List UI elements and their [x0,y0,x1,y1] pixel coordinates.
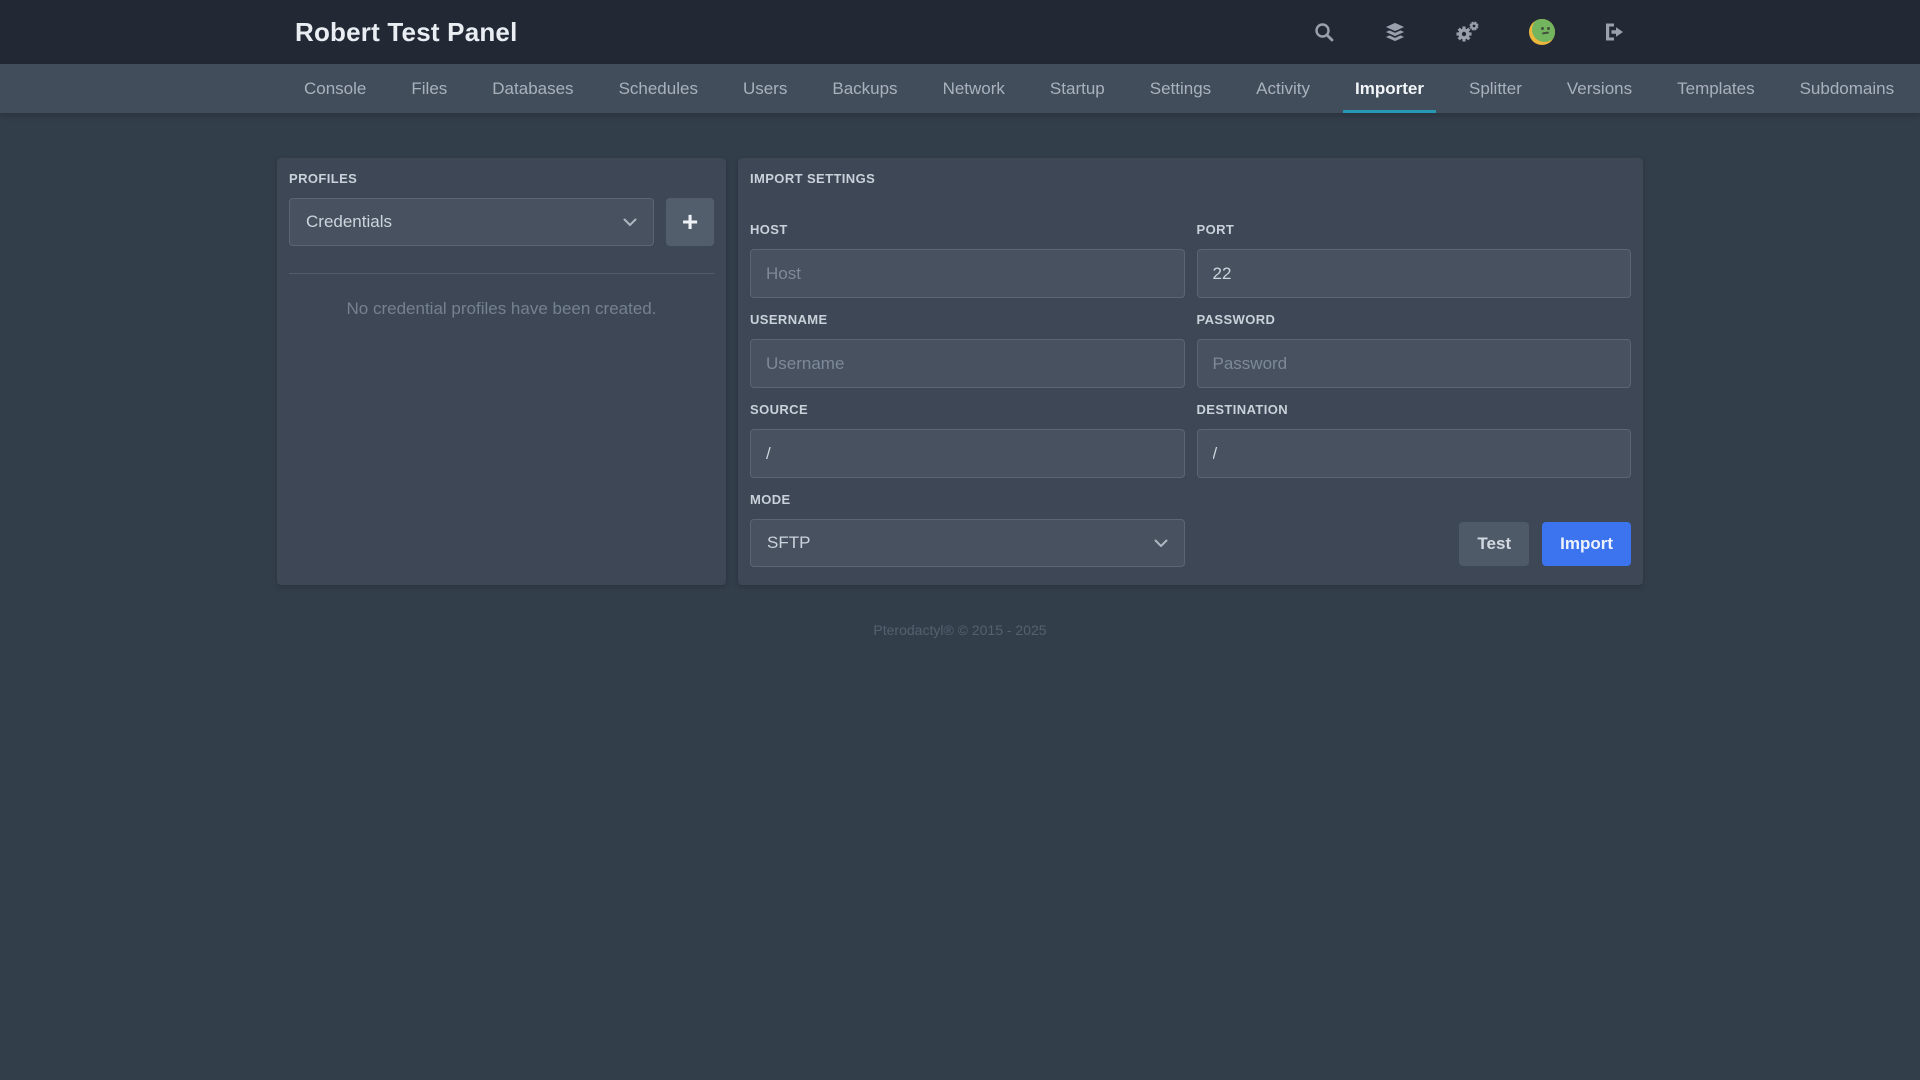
test-button[interactable]: Test [1459,522,1529,566]
destination-input[interactable] [1197,429,1632,478]
password-label: PASSWORD [1197,312,1632,327]
page-title: Robert Test Panel [295,17,518,48]
header-icon-group [1313,19,1625,45]
tab-versions[interactable]: Versions [1555,64,1644,113]
destination-label: DESTINATION [1197,402,1632,417]
host-field-group: HOST [750,222,1185,298]
logout-icon[interactable] [1603,22,1625,42]
add-profile-button[interactable]: + [666,198,714,246]
tab-subdomains[interactable]: Subdomains [1788,64,1907,113]
tab-users[interactable]: Users [731,64,799,113]
profiles-empty-message: No credential profiles have been created… [289,299,714,319]
divider [289,273,714,274]
password-field-group: PASSWORD [1197,312,1632,388]
mode-select[interactable]: SFTP [750,519,1185,567]
nav-tabs: Console Files Databases Schedules Users … [0,64,1920,113]
destination-field-group: DESTINATION [1197,402,1632,478]
tab-files[interactable]: Files [399,64,459,113]
mode-label: MODE [750,492,1185,507]
tab-activity[interactable]: Activity [1244,64,1322,113]
host-input[interactable] [750,249,1185,298]
avatar-eye [1541,27,1544,30]
password-input[interactable] [1197,339,1632,388]
tab-backups[interactable]: Backups [820,64,909,113]
port-label: PORT [1197,222,1632,237]
import-actions: Test Import [1197,492,1632,567]
avatar-eye [1547,27,1550,30]
tab-network[interactable]: Network [931,64,1017,113]
port-field-group: PORT [1197,222,1632,298]
import-button[interactable]: Import [1542,522,1631,566]
import-panel-title: IMPORT SETTINGS [750,171,1631,186]
header: Robert Test Panel [0,0,1920,64]
source-label: SOURCE [750,402,1185,417]
nav-bar: Console Files Databases Schedules Users … [0,64,1920,113]
username-field-group: USERNAME [750,312,1185,388]
tab-settings[interactable]: Settings [1138,64,1223,113]
source-field-group: SOURCE [750,402,1185,478]
main-content: PROFILES Credentials + No credential pro… [277,158,1643,585]
footer-copyright: Pterodactyl® © 2015 - 2025 [0,622,1920,638]
chevron-down-icon [1154,539,1168,548]
username-input[interactable] [750,339,1185,388]
credential-profile-select-value: Credentials [306,212,392,232]
tab-importer[interactable]: Importer [1343,64,1436,113]
import-settings-panel: IMPORT SETTINGS HOST PORT USERNAME PASSW… [738,158,1643,585]
mode-select-value: SFTP [767,533,810,553]
profiles-panel: PROFILES Credentials + No credential pro… [277,158,726,585]
tab-splitter[interactable]: Splitter [1457,64,1534,113]
search-icon[interactable] [1313,21,1335,43]
source-input[interactable] [750,429,1185,478]
layers-icon[interactable] [1383,21,1407,43]
plus-icon: + [682,208,698,236]
tab-schedules[interactable]: Schedules [607,64,710,113]
username-label: USERNAME [750,312,1185,327]
profiles-panel-title: PROFILES [289,171,714,186]
host-label: HOST [750,222,1185,237]
tab-startup[interactable]: Startup [1038,64,1117,113]
credential-profile-select[interactable]: Credentials [289,198,654,246]
port-input[interactable] [1197,249,1632,298]
mode-field-group: MODE SFTP [750,492,1185,567]
tab-console[interactable]: Console [292,64,378,113]
gears-icon[interactable] [1455,20,1481,44]
tab-databases[interactable]: Databases [480,64,585,113]
tab-templates[interactable]: Templates [1665,64,1766,113]
avatar-face [1532,19,1555,42]
chevron-down-icon [623,218,637,227]
user-avatar[interactable] [1529,19,1555,45]
